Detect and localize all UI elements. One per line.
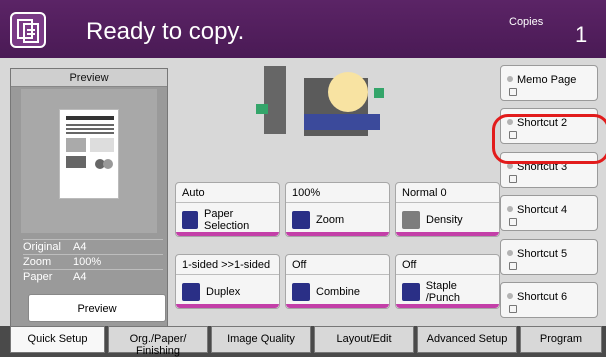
staple-punch-value: Off <box>396 255 499 275</box>
combine-label: Combine <box>316 286 361 298</box>
info-key-paper: Paper <box>23 271 53 283</box>
combine-icon <box>292 283 310 301</box>
preview-title: Preview <box>11 69 167 87</box>
accent-bar <box>286 232 389 236</box>
copy-icon[interactable] <box>10 12 46 48</box>
shortcut-icon <box>509 305 517 313</box>
copies-label: Copies <box>509 16 544 28</box>
info-row-paper: Paper A4 <box>23 269 163 284</box>
shortcut-5[interactable]: Shortcut 5 <box>500 239 598 275</box>
shortcut-icon <box>509 88 517 96</box>
zoom-label: Zoom <box>316 214 345 226</box>
preview-panel: Preview Original A4 Zoom 100% Paper A4 P… <box>10 68 168 328</box>
shortcut-label: Shortcut 5 <box>517 248 568 260</box>
shortcut-icon <box>509 218 517 226</box>
paper-selection-label: Paper Selection <box>203 208 250 232</box>
shortcut-memo-page[interactable]: Memo Page <box>500 65 598 101</box>
shortcut-label: Memo Page <box>517 74 577 86</box>
combine-value: Off <box>286 255 389 275</box>
tab-layout-edit[interactable]: Layout/Edit <box>314 326 414 353</box>
setting-zoom[interactable]: 100% Zoom <box>285 182 390 237</box>
accent-bar <box>396 304 499 308</box>
shortcut-6[interactable]: Shortcut 6 <box>500 282 598 318</box>
paper-selection-value: Auto <box>176 183 279 203</box>
preview-button[interactable]: Preview <box>28 294 166 322</box>
zoom-value: 100% <box>286 183 389 203</box>
setting-density[interactable]: Normal 0 Density <box>395 182 500 237</box>
density-value: Normal 0 <box>396 183 499 203</box>
copies-value[interactable]: 1 <box>575 22 587 48</box>
tab-org-paper-finishing[interactable]: Org./Paper/ Finishing <box>108 326 208 357</box>
tab-quick-setup[interactable]: Quick Setup <box>10 326 105 353</box>
info-key-zoom: Zoom <box>23 256 52 268</box>
preview-info: Original A4 Zoom 100% Paper A4 <box>23 239 163 284</box>
shortcut-icon <box>509 262 517 270</box>
main-area: Preview Original A4 Zoom 100% Paper A4 P… <box>0 58 606 328</box>
accent-bar <box>176 232 279 236</box>
shortcut-dot-icon <box>507 76 513 82</box>
tab-advanced-setup[interactable]: Advanced Setup <box>417 326 517 353</box>
info-key-original: Original <box>23 241 61 253</box>
zoom-icon <box>292 211 310 229</box>
setting-staple-punch[interactable]: Off Staple /Punch <box>395 254 500 309</box>
staple-punch-icon <box>402 283 420 301</box>
duplex-value: 1-sided >>1-sided <box>176 255 279 275</box>
tab-image-quality[interactable]: Image Quality <box>211 326 311 353</box>
shortcut-dot-icon <box>507 250 513 256</box>
info-row-original: Original A4 <box>23 239 163 254</box>
setting-paper-selection[interactable]: Auto Paper Selection <box>175 182 280 237</box>
accent-bar <box>286 304 389 308</box>
info-value-paper: A4 <box>73 271 87 283</box>
shortcut-4[interactable]: Shortcut 4 <box>500 195 598 231</box>
density-icon <box>402 211 420 229</box>
shortcut-dot-icon <box>507 293 513 299</box>
accent-bar <box>176 304 279 308</box>
preview-page <box>59 109 119 199</box>
duplex-label: Duplex <box>206 286 241 298</box>
status-text: Ready to copy. <box>86 18 245 45</box>
shortcut-icon <box>509 175 517 183</box>
density-label: Density <box>426 214 463 226</box>
staple-punch-label: Staple /Punch <box>425 280 460 304</box>
highlight-ring <box>492 114 606 164</box>
paper-selection-icon <box>182 211 198 229</box>
shortcut-dot-icon <box>507 206 513 212</box>
header: Ready to copy. Copies 1 <box>0 0 606 58</box>
shortcut-label: Shortcut 4 <box>517 204 568 216</box>
copier-illustration <box>246 58 422 166</box>
shortcut-label: Shortcut 6 <box>517 291 568 303</box>
duplex-icon <box>182 283 200 301</box>
setting-combine[interactable]: Off Combine <box>285 254 390 309</box>
info-row-zoom: Zoom 100% <box>23 254 163 269</box>
tab-bar: Quick Setup Org./Paper/ Finishing Image … <box>0 326 606 357</box>
setting-duplex[interactable]: 1-sided >>1-sided Duplex <box>175 254 280 309</box>
accent-bar <box>396 232 499 236</box>
info-value-original: A4 <box>73 241 87 253</box>
info-value-zoom: 100% <box>73 256 102 268</box>
preview-image <box>21 89 157 233</box>
tab-program[interactable]: Program <box>520 326 602 353</box>
